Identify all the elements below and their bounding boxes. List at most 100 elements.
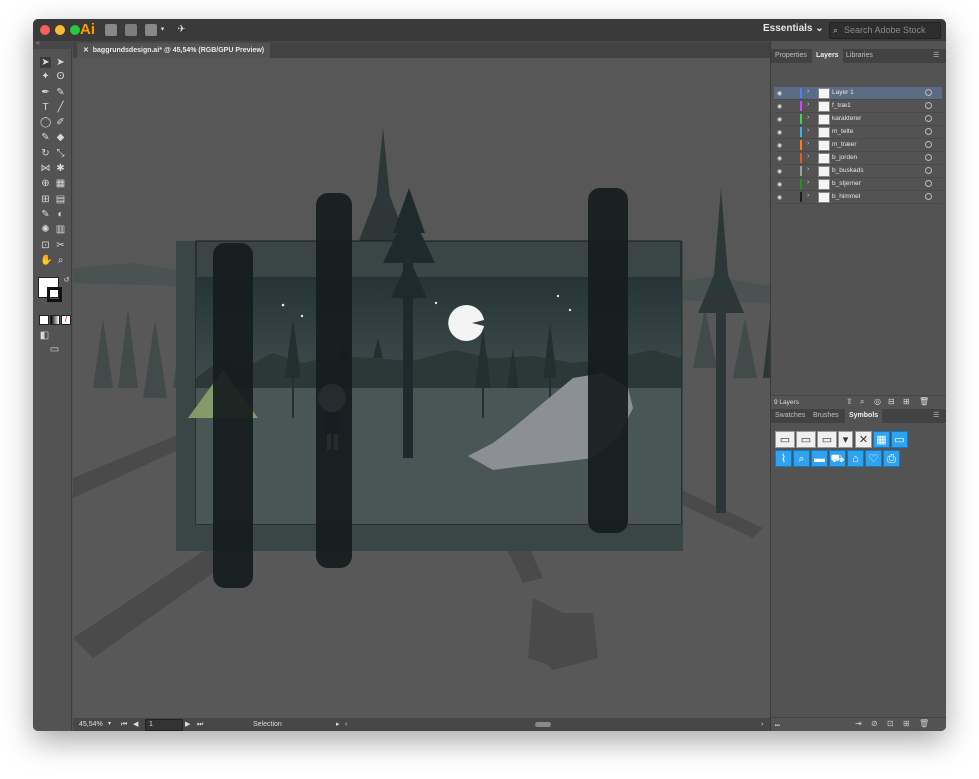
- eraser-tool-icon[interactable]: ◆: [55, 132, 66, 143]
- target-icon[interactable]: [925, 141, 932, 148]
- eye-icon[interactable]: ◉: [777, 181, 782, 188]
- eye-icon[interactable]: ◉: [777, 194, 782, 201]
- chevron-right-icon[interactable]: ›: [807, 140, 809, 147]
- symbol-dropdown-icon[interactable]: ▾: [838, 431, 853, 448]
- scale-tool-icon[interactable]: ⤡: [55, 148, 66, 159]
- draw-mode-icon[interactable]: ◧: [39, 330, 50, 341]
- stroke-swatch[interactable]: [47, 287, 62, 302]
- symbol-close-icon[interactable]: ✕: [855, 431, 872, 448]
- color-mode-icon[interactable]: [39, 315, 49, 325]
- symbol-button-bar-icon[interactable]: ▭: [796, 431, 816, 448]
- selection-tool-icon[interactable]: ➤: [40, 57, 51, 68]
- stock-search-input[interactable]: ⌕ Search Adobe Stock: [829, 22, 941, 39]
- place-symbol-icon[interactable]: ⇥: [855, 719, 862, 728]
- symbol-button-bar-icon[interactable]: ▭: [775, 431, 795, 448]
- export-icon[interactable]: ⇪: [846, 397, 853, 406]
- zoom-window-button[interactable]: [70, 25, 80, 35]
- clipping-mask-icon[interactable]: ◎: [874, 397, 881, 406]
- target-icon[interactable]: [925, 89, 932, 96]
- artboard-number[interactable]: 1: [145, 719, 183, 731]
- document-tab[interactable]: ✕ baggrundsdesign.ai* @ 45,54% (RGB/GPU …: [77, 43, 271, 58]
- magic-wand-tool-icon[interactable]: ✦: [40, 71, 51, 82]
- eyedropper-tool-icon[interactable]: ✎: [40, 209, 51, 220]
- line-tool-icon[interactable]: ╱: [55, 102, 66, 113]
- ellipse-tool-icon[interactable]: ◯: [40, 117, 51, 128]
- tab-libraries[interactable]: Libraries: [846, 49, 873, 63]
- slice-tool-icon[interactable]: ✂: [55, 240, 66, 251]
- symbol-button-bar-icon[interactable]: ▭: [817, 431, 837, 448]
- layer-row[interactable]: ◉ › b_stjerner: [774, 178, 942, 191]
- width-tool-icon[interactable]: ⋈: [40, 163, 51, 174]
- rotate-tool-icon[interactable]: ↻: [40, 148, 51, 159]
- tab-brushes[interactable]: Brushes: [813, 409, 839, 423]
- target-icon[interactable]: [925, 128, 932, 135]
- mesh-tool-icon[interactable]: ⊞: [40, 194, 51, 205]
- chevron-right-icon[interactable]: ›: [807, 88, 809, 95]
- canvas[interactable]: [73, 58, 770, 718]
- gradient-mode-icon[interactable]: [50, 315, 60, 325]
- artboard-tool-icon[interactable]: ⊡: [40, 240, 51, 251]
- chevron-right-icon[interactable]: ›: [807, 101, 809, 108]
- target-icon[interactable]: [925, 193, 932, 200]
- chevron-down-icon[interactable]: ▾: [157, 24, 168, 35]
- zoom-dropdown-icon[interactable]: ▾: [108, 718, 111, 731]
- break-link-icon[interactable]: ⊘: [871, 719, 878, 728]
- chevron-right-icon[interactable]: ›: [807, 179, 809, 186]
- target-icon[interactable]: [925, 115, 932, 122]
- next-artboard-icon[interactable]: ▶: [185, 718, 190, 731]
- panel-menu-icon[interactable]: ☰: [933, 409, 939, 423]
- symbol-rss-icon[interactable]: ⌇: [775, 450, 792, 467]
- status-chevron-icon[interactable]: ▸: [336, 718, 340, 731]
- eye-icon[interactable]: ◉: [777, 103, 782, 110]
- arrange-documents-icon[interactable]: [145, 24, 157, 36]
- chevron-right-icon[interactable]: ›: [807, 114, 809, 121]
- blend-tool-icon[interactable]: ◐: [55, 209, 66, 220]
- shape-builder-tool-icon[interactable]: ⊕: [40, 178, 51, 189]
- layer-row[interactable]: ◉ › karakterer: [774, 113, 942, 126]
- symbol-home-icon[interactable]: ⌂: [847, 450, 864, 467]
- close-window-button[interactable]: [40, 25, 50, 35]
- eye-icon[interactable]: ◉: [777, 90, 782, 97]
- hand-tool-icon[interactable]: ✋: [40, 255, 52, 266]
- chevron-right-icon[interactable]: ›: [807, 127, 809, 134]
- tab-properties[interactable]: Properties: [775, 49, 807, 63]
- stock-icon[interactable]: [125, 24, 137, 36]
- first-artboard-icon[interactable]: ⏮: [121, 718, 127, 731]
- layer-row[interactable]: ◉ › m_telte: [774, 126, 942, 139]
- scroll-left-icon[interactable]: ‹: [345, 718, 347, 731]
- bridge-icon[interactable]: [105, 24, 117, 36]
- eye-icon[interactable]: ◉: [777, 142, 782, 149]
- shaper-tool-icon[interactable]: ✎: [40, 132, 51, 143]
- swap-fill-stroke-icon[interactable]: ↺: [61, 275, 72, 286]
- pen-tool-icon[interactable]: ✒: [40, 87, 51, 98]
- gradient-tool-icon[interactable]: ▤: [55, 194, 66, 205]
- layer-row[interactable]: ◉ › b_jorden: [774, 152, 942, 165]
- symbol-print-icon[interactable]: ⎙: [883, 450, 900, 467]
- perspective-grid-tool-icon[interactable]: ▦: [55, 178, 66, 189]
- symbol-options-icon[interactable]: ⊡: [887, 719, 894, 728]
- curvature-tool-icon[interactable]: ✎: [55, 87, 66, 98]
- close-icon[interactable]: ✕: [83, 47, 89, 54]
- layer-row[interactable]: ◉ › f_træ1: [774, 100, 942, 113]
- trash-icon[interactable]: 🗑: [919, 397, 929, 406]
- layer-row[interactable]: ◉ › m_træer: [774, 139, 942, 152]
- symbol-libraries-icon[interactable]: ⑉: [775, 719, 780, 728]
- symbol-heart-plus-icon[interactable]: ♡: [865, 450, 882, 467]
- symbol-tooltip-icon[interactable]: ▭: [891, 431, 908, 448]
- eye-icon[interactable]: ◉: [777, 168, 782, 175]
- workspace-switcher[interactable]: Essentials ⌄: [763, 23, 824, 34]
- prev-artboard-icon[interactable]: ◀: [133, 718, 138, 731]
- symbol-search-icon[interactable]: ⌕: [793, 450, 810, 467]
- last-artboard-icon[interactable]: ⏭: [197, 718, 203, 731]
- new-layer-icon[interactable]: ⊞: [903, 397, 910, 406]
- layer-row[interactable]: ◉ › b_himmel: [774, 191, 942, 204]
- scroll-right-icon[interactable]: ›: [761, 718, 763, 731]
- panel-menu-icon[interactable]: ☰: [933, 49, 939, 63]
- symbol-button-icon[interactable]: ▬: [811, 450, 828, 467]
- eye-icon[interactable]: ◉: [777, 129, 782, 136]
- lasso-tool-icon[interactable]: ʘ: [55, 71, 66, 82]
- collapse-left-icon[interactable]: «: [36, 40, 40, 47]
- rocket-icon[interactable]: ✈: [176, 24, 187, 35]
- horizontal-scrollbar[interactable]: [535, 722, 551, 727]
- target-icon[interactable]: [925, 154, 932, 161]
